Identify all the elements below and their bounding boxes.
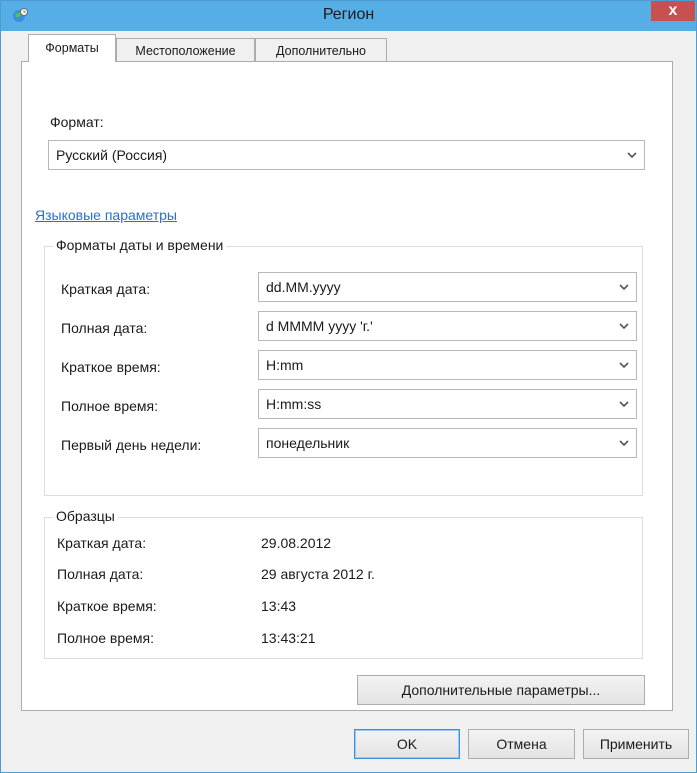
sample-long-date-value: 29 августа 2012 г. <box>261 566 375 582</box>
chevron-down-icon <box>619 362 629 369</box>
short-time-value: H:mm <box>266 357 304 373</box>
apply-button[interactable]: Применить <box>583 729 689 759</box>
short-date-value: dd.MM.yyyy <box>266 279 341 295</box>
format-label: Формат: <box>50 114 104 130</box>
long-time-label: Полное время: <box>61 398 159 414</box>
short-date-select[interactable]: dd.MM.yyyy <box>258 272 637 302</box>
date-time-formats-group: Форматы даты и времени Краткая дата: dd.… <box>44 237 643 496</box>
sample-short-date-value: 29.08.2012 <box>261 535 332 551</box>
tab-location[interactable]: Местоположение <box>116 38 255 62</box>
sample-short-date-label: Краткая дата: <box>57 535 147 551</box>
short-time-select[interactable]: H:mm <box>258 350 637 380</box>
samples-group: Образцы Краткая дата: 29.08.2012 Полная … <box>44 508 643 659</box>
first-day-of-week-label: Первый день недели: <box>61 437 202 453</box>
format-select[interactable]: Русский (Россия) <box>48 140 645 170</box>
chevron-down-icon <box>619 323 629 330</box>
long-time-select[interactable]: H:mm:ss <box>258 389 637 419</box>
long-date-value: d MMMM yyyy 'г.' <box>266 318 373 334</box>
chevron-down-icon <box>627 152 637 159</box>
window-title: Регион <box>322 6 375 23</box>
sample-long-time-value: 13:43:21 <box>261 630 316 646</box>
language-settings-link[interactable]: Языковые параметры <box>35 207 177 223</box>
long-date-select[interactable]: d MMMM yyyy 'г.' <box>258 311 637 341</box>
tab-administrative[interactable]: Дополнительно <box>255 38 387 62</box>
first-day-of-week-select[interactable]: понедельник <box>258 428 637 458</box>
sample-long-time-label: Полное время: <box>57 630 155 646</box>
short-time-label: Краткое время: <box>61 359 161 375</box>
chevron-down-icon <box>619 401 629 408</box>
formats-tab-panel: Формат: Русский (Россия) Языковые параме… <box>21 61 673 711</box>
region-dialog: Регион x Форматы Местоположение Дополнит… <box>0 0 697 773</box>
title-bar: Регион x <box>1 1 696 31</box>
long-date-label: Полная дата: <box>61 320 148 336</box>
samples-title: Образцы <box>53 508 118 524</box>
format-value: Русский (Россия) <box>56 147 168 163</box>
first-day-of-week-value: понедельник <box>266 435 350 451</box>
chevron-down-icon <box>619 284 629 291</box>
cancel-button[interactable]: Отмена <box>468 729 575 759</box>
ok-button[interactable]: OK <box>354 729 460 759</box>
sample-long-date-label: Полная дата: <box>57 566 144 582</box>
additional-settings-button[interactable]: Дополнительные параметры... <box>357 675 645 705</box>
chevron-down-icon <box>619 440 629 447</box>
close-button[interactable]: x <box>651 1 695 21</box>
sample-short-time-label: Краткое время: <box>57 598 157 614</box>
tab-formats[interactable]: Форматы <box>28 34 116 62</box>
sample-short-time-value: 13:43 <box>261 598 297 614</box>
long-time-value: H:mm:ss <box>266 396 322 412</box>
short-date-label: Краткая дата: <box>61 281 151 297</box>
date-time-formats-title: Форматы даты и времени <box>53 237 227 253</box>
